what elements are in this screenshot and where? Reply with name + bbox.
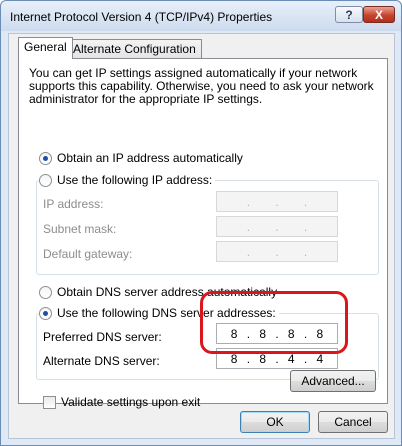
use-ip-manual-radio[interactable]: [39, 173, 52, 187]
ip-address-label: IP address:: [43, 197, 104, 211]
octet-separator: .: [275, 244, 279, 259]
dialog-window: Internet Protocol Version 4 (TCP/IPv4) P…: [0, 0, 402, 446]
use-dns-manual-radio[interactable]: [39, 306, 52, 320]
cancel-button[interactable]: Cancel: [318, 411, 388, 433]
intro-text: You can get IP settings assigned automat…: [29, 66, 374, 106]
subnet-mask-label: Subnet mask:: [43, 222, 117, 236]
obtain-ip-auto-label: Obtain an IP address automatically: [57, 151, 243, 165]
dialog-client-area: General Alternate Configuration You can …: [8, 33, 395, 439]
alternate-dns-label: Alternate DNS server:: [43, 354, 160, 368]
use-ip-manual-option[interactable]: Use the following IP address:: [39, 173, 216, 187]
tab-general[interactable]: General: [18, 37, 73, 59]
advanced-button[interactable]: Advanced...: [290, 370, 376, 392]
octet-separator: .: [275, 219, 279, 234]
octet-separator: .: [246, 219, 251, 234]
octet-separator: .: [246, 244, 251, 259]
tab-alternate-configuration[interactable]: Alternate Configuration: [67, 39, 202, 59]
validate-settings-checkbox[interactable]: [43, 395, 56, 409]
question-mark-icon: ?: [345, 7, 353, 22]
close-icon: X: [374, 7, 383, 22]
octet-separator: .: [303, 219, 308, 234]
validate-settings-option[interactable]: Validate settings upon exit: [43, 395, 200, 409]
close-button[interactable]: X: [363, 6, 395, 23]
help-button[interactable]: ?: [335, 6, 363, 23]
default-gateway-label: Default gateway:: [43, 247, 133, 261]
window-title: Internet Protocol Version 4 (TCP/IPv4) P…: [10, 10, 273, 24]
octet-separator: .: [246, 194, 251, 209]
title-bar[interactable]: Internet Protocol Version 4 (TCP/IPv4) P…: [1, 1, 401, 31]
dns-highlight-annotation: [200, 291, 348, 354]
ok-button[interactable]: OK: [240, 411, 310, 433]
preferred-dns-label: Preferred DNS server:: [43, 330, 162, 344]
ip-address-input[interactable]: . . .: [216, 191, 338, 212]
obtain-ip-auto-radio[interactable]: [39, 151, 52, 165]
subnet-mask-input[interactable]: . . .: [216, 216, 338, 237]
octet-separator: .: [275, 194, 279, 209]
use-ip-manual-label: Use the following IP address:: [57, 173, 213, 187]
obtain-dns-auto-radio[interactable]: [39, 285, 52, 299]
octet-separator: .: [303, 194, 308, 209]
obtain-ip-auto-option[interactable]: Obtain an IP address automatically: [39, 151, 246, 165]
validate-settings-label: Validate settings upon exit: [61, 395, 201, 409]
default-gateway-input[interactable]: . . .: [216, 241, 338, 262]
octet-separator: .: [303, 244, 308, 259]
